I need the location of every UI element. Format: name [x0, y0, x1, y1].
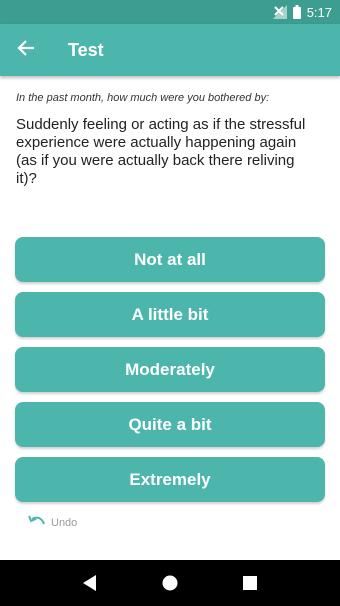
back-button[interactable] [0, 24, 52, 76]
arrow-back-icon [17, 39, 35, 62]
answer-extremely-button[interactable]: Extremely [15, 457, 325, 502]
answer-list: Not at all A little bit Moderately Quite… [15, 237, 325, 512]
status-time: 5:17 [306, 4, 332, 20]
answer-quite-a-bit-button[interactable]: Quite a bit [15, 402, 325, 447]
status-bar: 5:17 [0, 0, 340, 24]
question-prompt: In the past month, how much were you bot… [16, 92, 270, 104]
answer-moderately-button[interactable]: Moderately [15, 347, 325, 392]
question-text: Suddenly feeling or acting as if the str… [16, 116, 306, 187]
no-signal-icon [272, 5, 287, 19]
page-title: Test [68, 39, 104, 60]
answer-a-little-bit-button[interactable]: A little bit [15, 292, 325, 337]
app-bar: Test [0, 24, 340, 76]
nav-home-icon[interactable] [162, 575, 178, 591]
undo-label: Undo [51, 516, 78, 529]
nav-back-icon[interactable] [82, 575, 97, 591]
undo-icon [28, 515, 46, 530]
navigation-bar [0, 560, 340, 606]
answer-not-at-all-button[interactable]: Not at all [15, 237, 325, 282]
undo-button[interactable]: Undo [28, 515, 77, 530]
battery-icon [292, 5, 301, 19]
nav-recents-icon[interactable] [243, 576, 258, 590]
